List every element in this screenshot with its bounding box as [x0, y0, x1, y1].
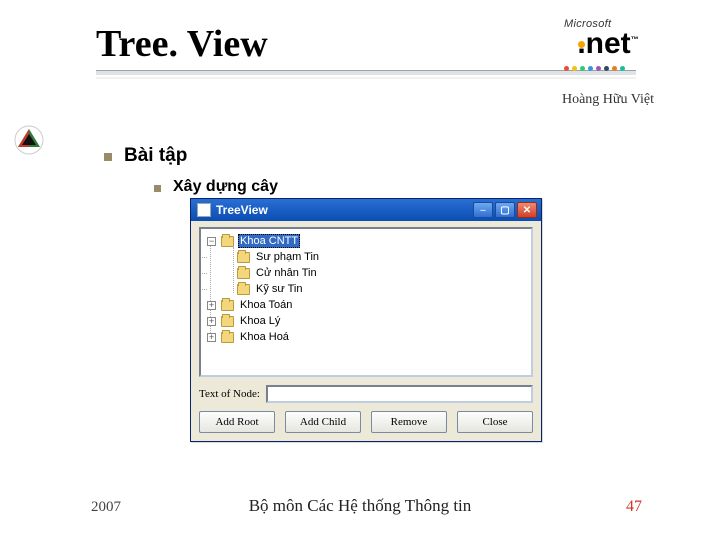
tree-node-label[interactable]: Khoa Toán — [238, 299, 294, 311]
footer-year: 2007 — [91, 499, 121, 516]
close-button[interactable]: Close — [457, 411, 533, 433]
winform-window: TreeView – ▢ ✕ − Khoa CNTT Sư phạm Tin — [190, 198, 542, 442]
folder-icon — [237, 252, 250, 263]
remove-button[interactable]: Remove — [371, 411, 447, 433]
form-body: − Khoa CNTT Sư phạm Tin Cử nhân Tin Kỹ s… — [191, 221, 541, 441]
folder-icon — [221, 316, 234, 327]
dotnet-logo: Microsoft .net™ — [558, 18, 658, 70]
expand-icon[interactable]: + — [207, 317, 216, 326]
slide-title: Tree. View — [96, 22, 268, 66]
maximize-button[interactable]: ▢ — [495, 202, 515, 218]
app-icon — [197, 203, 211, 217]
square-bullet-icon — [104, 153, 112, 161]
expand-icon[interactable]: + — [207, 301, 216, 310]
title-underline — [96, 70, 636, 79]
close-window-button[interactable]: ✕ — [517, 202, 537, 218]
add-child-button[interactable]: Add Child — [285, 411, 361, 433]
tree-node-root[interactable]: + Khoa Toán — [207, 297, 525, 313]
tree-node-label[interactable]: Khoa CNTT — [238, 234, 300, 248]
treeview-control[interactable]: − Khoa CNTT Sư phạm Tin Cử nhân Tin Kỹ s… — [199, 227, 533, 377]
tree-node-root[interactable]: + Khoa Hoá — [207, 329, 525, 345]
tree-node-label[interactable]: Sư phạm Tin — [254, 251, 321, 263]
tree-node-child[interactable]: Sư phạm Tin — [207, 249, 525, 265]
square-bullet-icon — [154, 185, 161, 192]
expand-icon[interactable]: + — [207, 333, 216, 342]
minimize-button[interactable]: – — [473, 202, 493, 218]
collapse-icon[interactable]: − — [207, 237, 216, 246]
bullet-level1: Bài tập — [104, 145, 187, 167]
folder-icon — [221, 236, 234, 247]
titlebar[interactable]: TreeView – ▢ ✕ — [191, 199, 541, 221]
bullet1-text: Bài tập — [124, 145, 187, 167]
button-row: Add Root Add Child Remove Close — [199, 411, 533, 433]
bullet2-text: Xây dựng cây — [173, 178, 278, 196]
tree-node-label[interactable]: Khoa Lý — [238, 315, 282, 327]
tree-node-child[interactable]: Cử nhân Tin — [207, 265, 525, 281]
author-name: Hoàng Hữu Việt — [562, 92, 654, 108]
tree-node-label[interactable]: Cử nhân Tin — [254, 267, 319, 279]
text-of-node-label: Text of Node: — [199, 388, 260, 400]
footer-department: Bộ môn Các Hệ thống Thông tin — [249, 496, 472, 516]
tree-node-label[interactable]: Khoa Hoá — [238, 331, 291, 343]
window-title: TreeView — [216, 203, 268, 217]
logo-color-dots — [564, 66, 625, 71]
text-of-node-row: Text of Node: — [199, 385, 533, 403]
tree-node-root[interactable]: + Khoa Lý — [207, 313, 525, 329]
add-root-button[interactable]: Add Root — [199, 411, 275, 433]
tree-node-label[interactable]: Kỹ sư Tin — [254, 283, 305, 295]
tree-node-root[interactable]: − Khoa CNTT — [207, 233, 525, 249]
footer-page-number: 47 — [626, 498, 642, 516]
folder-icon — [237, 284, 250, 295]
bullet-level2: Xây dựng cây — [154, 178, 278, 196]
folder-icon — [237, 268, 250, 279]
folder-icon — [221, 332, 234, 343]
logo-product: .net™ — [558, 27, 658, 61]
side-logo-icon — [14, 125, 44, 155]
folder-icon — [221, 300, 234, 311]
text-of-node-input[interactable] — [266, 385, 533, 403]
tree-node-child[interactable]: Kỹ sư Tin — [207, 281, 525, 297]
